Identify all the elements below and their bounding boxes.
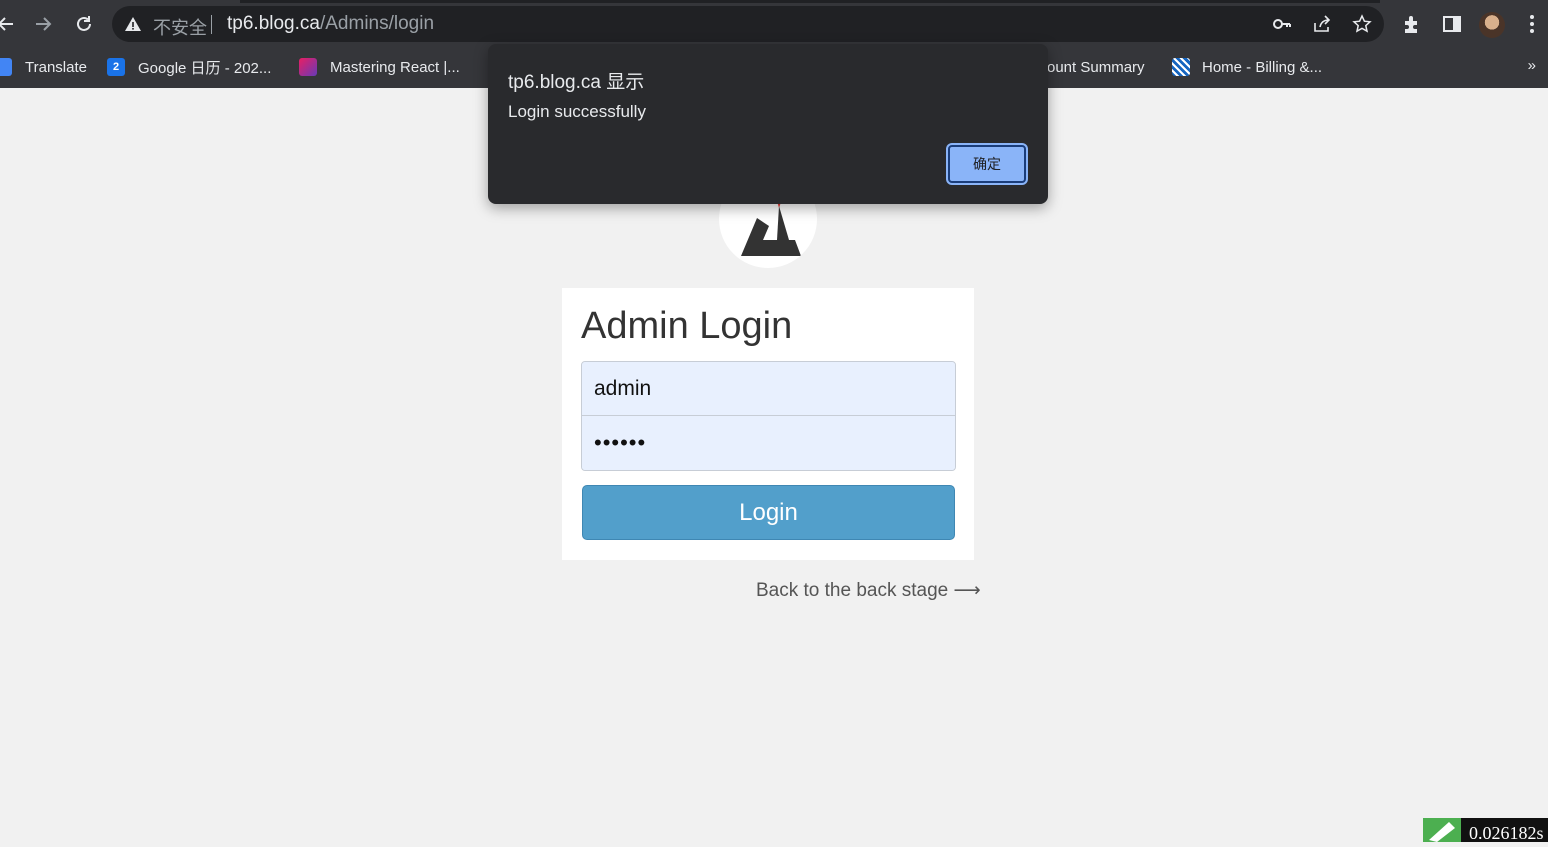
side-panel-icon[interactable]: [1440, 12, 1464, 36]
bookmark-label: ount Summary: [1047, 58, 1145, 76]
password-input[interactable]: ••••••: [582, 416, 955, 470]
bookmark-label: Mastering React |...: [330, 58, 460, 76]
bookmark-label: Home - Billing &...: [1202, 58, 1323, 76]
debug-toolbar-icon[interactable]: [1423, 818, 1461, 842]
username-input[interactable]: admin: [582, 362, 955, 416]
bookmark-google-calendar[interactable]: 2 Google 日历 - 202...: [107, 56, 271, 78]
key-icon[interactable]: [1272, 14, 1292, 34]
login-title: Admin Login: [581, 305, 793, 347]
browser-toolbar: 不安全 tp6.blog.ca/Admins/login: [0, 0, 1548, 48]
mastering-react-icon: [299, 58, 317, 76]
dialog-title: tp6.blog.ca 显示: [508, 72, 645, 93]
bookmark-mastering-react[interactable]: Mastering React |...: [299, 56, 460, 78]
not-secure-warning-icon[interactable]: [124, 15, 142, 33]
reload-icon[interactable]: [70, 10, 98, 38]
omnibox-divider: [211, 15, 212, 34]
bookmark-label: Google 日历 - 202...: [138, 59, 272, 77]
share-icon[interactable]: [1312, 14, 1332, 34]
back-to-back-stage-link[interactable]: Back to the back stage ⟶: [756, 579, 981, 602]
bookmark-home-billing[interactable]: Home - Billing &...: [1172, 56, 1322, 78]
login-card: Admin Login admin •••••• Login: [562, 288, 974, 560]
bookmark-star-icon[interactable]: [1352, 14, 1372, 34]
dialog-ok-button[interactable]: 确定: [948, 145, 1026, 183]
url-host: tp6.blog.ca: [227, 13, 320, 34]
calendar-icon: 2: [107, 58, 125, 76]
translate-icon: [0, 58, 12, 76]
bookmark-label: Translate: [25, 58, 87, 76]
url-text[interactable]: tp6.blog.ca/Admins/login: [227, 13, 434, 35]
billing-icon: [1172, 58, 1190, 76]
dialog-message: Login successfully: [508, 102, 646, 121]
forward-icon[interactable]: [29, 10, 57, 38]
back-icon[interactable]: [0, 10, 20, 38]
bookmark-account-summary[interactable]: ount Summary: [1047, 56, 1145, 78]
menu-icon[interactable]: [1520, 12, 1544, 36]
debug-runtime-value[interactable]: 0.026182s: [1461, 818, 1548, 842]
url-path: /Admins/login: [319, 13, 435, 34]
tab-strip-edge: [240, 0, 1380, 3]
profile-avatar[interactable]: [1479, 12, 1505, 38]
credentials-group: admin ••••••: [581, 361, 956, 471]
not-secure-label[interactable]: 不安全: [153, 14, 207, 40]
bookmarks-overflow-button[interactable]: »: [1528, 57, 1536, 74]
extensions-icon[interactable]: [1400, 12, 1424, 36]
address-bar[interactable]: 不安全 tp6.blog.ca/Admins/login: [112, 6, 1384, 42]
bookmark-translate[interactable]: Translate: [0, 56, 87, 78]
alert-dialog: tp6.blog.ca 显示 Login successfully 确定: [488, 44, 1048, 204]
login-button[interactable]: Login: [582, 485, 955, 540]
